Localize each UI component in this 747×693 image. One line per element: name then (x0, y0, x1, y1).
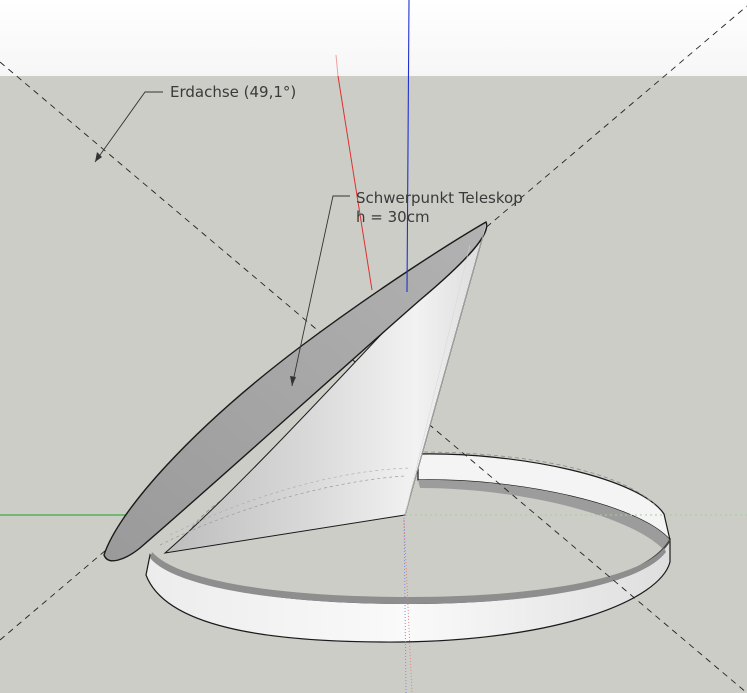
3d-model-scene[interactable] (0, 0, 747, 693)
center-of-gravity-label: Schwerpunkt Teleskop (356, 189, 523, 207)
sky (0, 0, 747, 76)
earth-axis-label: Erdachse (49,1°) (170, 83, 297, 101)
height-label: h = 30cm (356, 208, 430, 226)
sketchup-viewport[interactable]: Erdachse (49,1°) Schwerpunkt Teleskop h … (0, 0, 747, 693)
